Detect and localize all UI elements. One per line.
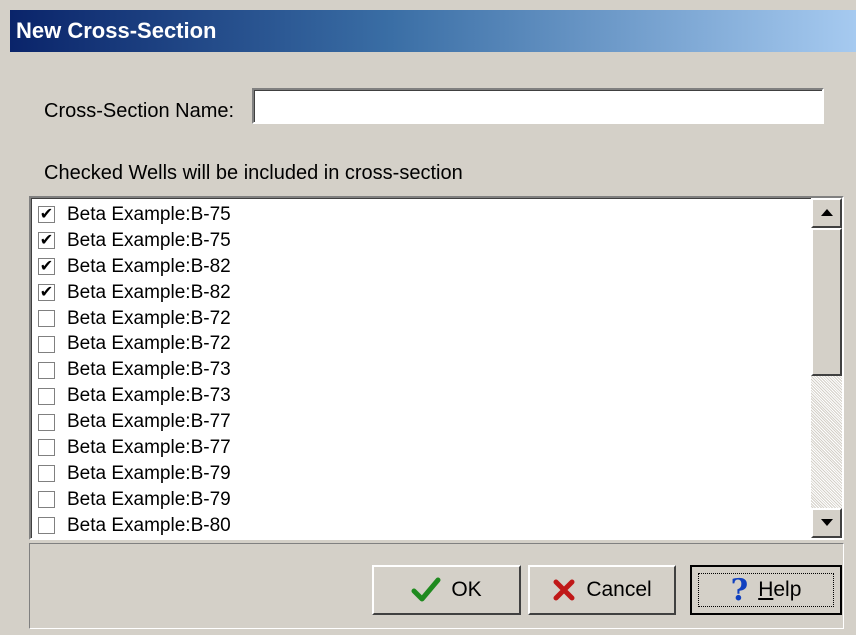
well-list-item[interactable]: Beta Example:B-73 (35, 383, 808, 409)
scroll-thumb[interactable] (811, 228, 842, 376)
well-list-item[interactable]: Beta Example:B-77 (35, 435, 808, 461)
wells-hint-label: Checked Wells will be included in cross-… (44, 162, 463, 184)
window-title: New Cross-Section (16, 18, 217, 43)
well-checkbox[interactable] (38, 465, 55, 483)
well-label: Beta Example:B-77 (67, 436, 231, 458)
arrow-up-icon (820, 209, 833, 216)
well-list-item[interactable]: ✔ Beta Example:B-75 (35, 202, 808, 228)
cancel-button[interactable]: Cancel (528, 565, 676, 615)
scroll-down-button[interactable] (811, 508, 842, 538)
cross-section-name-input[interactable] (252, 88, 824, 124)
well-label: Beta Example:B-75 (67, 229, 231, 251)
well-label: Beta Example:B-77 (67, 411, 231, 433)
well-label: Beta Example:B-80 (67, 514, 231, 536)
well-checkbox[interactable] (38, 361, 55, 379)
well-label: Beta Example:B-72 (67, 333, 231, 355)
help-focus-rect: ? Help (698, 572, 834, 608)
well-label: Beta Example:B-73 (67, 359, 231, 381)
title-bar[interactable]: New Cross-Section (10, 10, 856, 52)
ok-button[interactable]: OK (372, 565, 521, 615)
well-label: Beta Example:B-72 (67, 307, 231, 329)
well-checkbox[interactable]: ✔ (38, 206, 55, 224)
well-label: Beta Example:B-82 (67, 281, 231, 303)
check-icon (411, 577, 441, 603)
well-label: Beta Example:B-79 (67, 462, 231, 484)
well-checkbox[interactable]: ✔ (38, 232, 55, 250)
well-label: Beta Example:B-82 (67, 255, 231, 277)
scroll-up-button[interactable] (811, 198, 842, 228)
well-checkbox[interactable] (38, 517, 55, 535)
cross-section-name-label: Cross-Section Name: (44, 100, 235, 122)
well-list-item[interactable]: Beta Example:B-79 (35, 461, 808, 487)
well-list-item[interactable]: Beta Example:B-72 (35, 306, 808, 332)
well-list-item[interactable]: Beta Example:B-77 (35, 409, 808, 435)
well-label: Beta Example:B-73 (67, 385, 231, 407)
well-list-item[interactable]: Beta Example:B-72 (35, 331, 808, 357)
well-checkbox[interactable] (38, 413, 55, 431)
well-checkbox[interactable] (38, 439, 55, 457)
question-mark-icon: ? (730, 572, 749, 608)
wells-checklist[interactable]: ✔ Beta Example:B-75 ✔ Beta Example:B-75 ✔ Bet… (29, 196, 844, 540)
well-list-item[interactable]: Beta Example:B-80 (35, 513, 808, 538)
well-list-item[interactable]: Beta Example:B-73 (35, 357, 808, 383)
help-button-label: Help (758, 578, 802, 601)
well-checkbox[interactable] (38, 335, 55, 353)
well-label: Beta Example:B-79 (67, 488, 231, 510)
well-checkbox[interactable] (38, 491, 55, 509)
well-checkbox[interactable] (38, 310, 55, 327)
x-icon (552, 578, 576, 602)
list-scrollbar[interactable] (811, 198, 842, 538)
arrow-down-icon (820, 519, 833, 526)
well-list-item[interactable]: ✔ Beta Example:B-82 (35, 280, 808, 306)
well-list-item[interactable]: ✔ Beta Example:B-82 (35, 254, 808, 280)
wells-list-rows: ✔ Beta Example:B-75 ✔ Beta Example:B-75 ✔ Bet… (35, 202, 808, 538)
well-checkbox[interactable] (38, 387, 55, 405)
well-list-item[interactable]: Beta Example:B-79 (35, 487, 808, 513)
well-checkbox[interactable]: ✔ (38, 258, 55, 276)
help-button[interactable]: ? Help (690, 565, 842, 615)
ok-button-label: OK (451, 578, 482, 601)
cancel-button-label: Cancel (586, 578, 652, 601)
well-label: Beta Example:B-75 (67, 203, 231, 225)
well-checkbox[interactable]: ✔ (38, 284, 55, 302)
well-list-item[interactable]: ✔ Beta Example:B-75 (35, 228, 808, 254)
